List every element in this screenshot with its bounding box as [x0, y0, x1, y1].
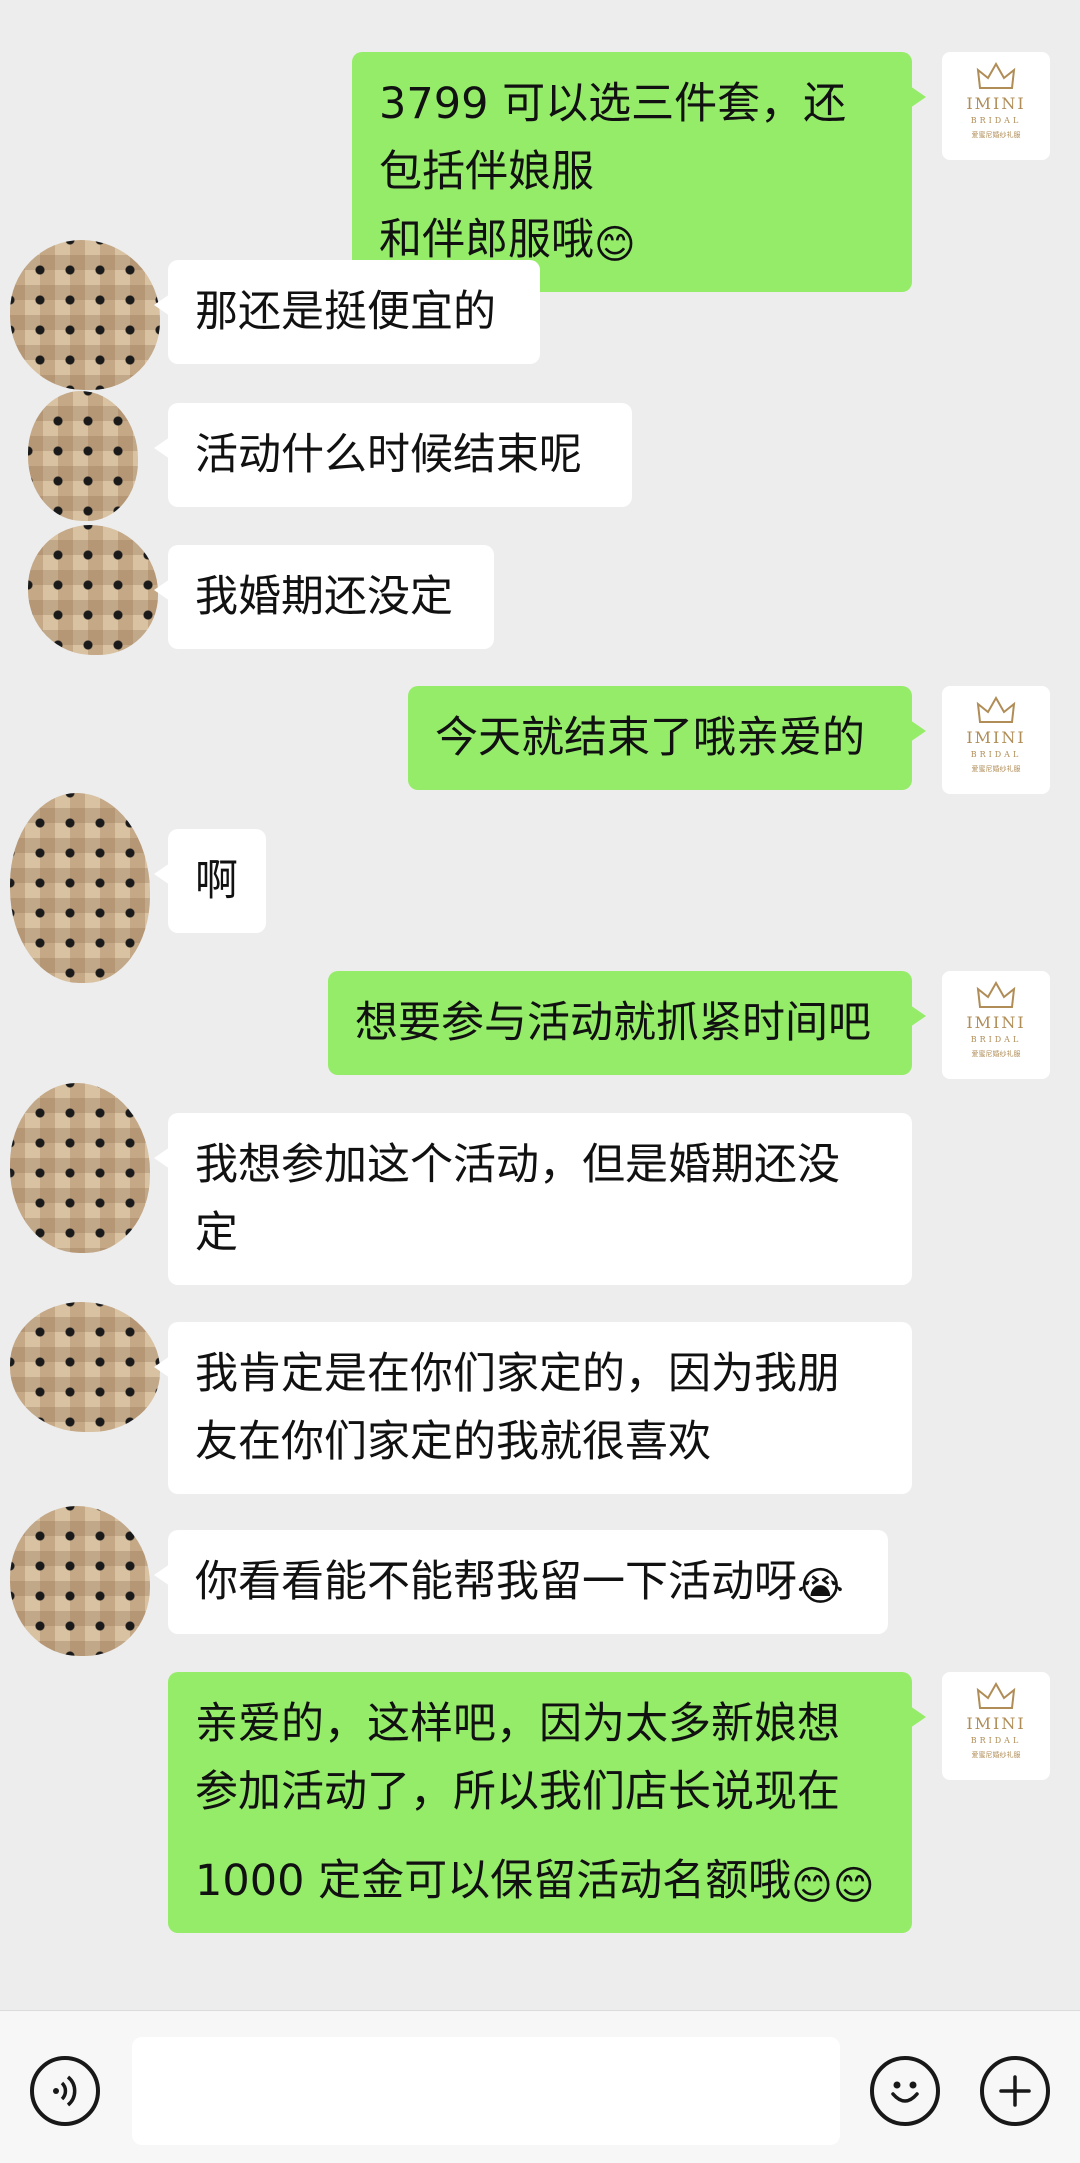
message-text: 我想参加这个活动，但是婚期还没 定 — [195, 1140, 840, 1258]
message-bubble[interactable]: 那还是挺便宜的 — [154, 260, 540, 364]
imini-logo: IMINI BRIDAL 爱蜜尼婚纱礼服 — [942, 686, 1050, 794]
customer-avatar[interactable] — [28, 525, 158, 655]
crown-icon — [976, 696, 1016, 723]
customer-avatar[interactable] — [10, 1506, 150, 1656]
crying-laughing-emoji-icon: 😭 — [797, 1564, 844, 1610]
smiley-icon — [891, 2081, 919, 2103]
message-text: 想要参与活动就抓紧时间吧 — [355, 998, 871, 1048]
message-text: 活动什么时候结束呢 — [195, 430, 582, 480]
message-bubble[interactable]: 我婚期还没定 — [154, 545, 494, 649]
plus-icon — [999, 2075, 1031, 2107]
input-bar — [0, 2010, 1080, 2163]
customer-avatar[interactable] — [10, 1083, 150, 1253]
imini-logo: IMINI BRIDAL 爱蜜尼婚纱礼服 — [942, 971, 1050, 1079]
customer-avatar[interactable] — [10, 793, 150, 983]
message-bubble[interactable]: 想要参与活动就抓紧时间吧 — [328, 971, 926, 1075]
smile-emoji-icon: 😊 — [594, 222, 636, 268]
message-text: 今天就结束了哦亲爱的 — [435, 713, 865, 763]
voice-icon — [53, 2075, 77, 2107]
message-bubble[interactable]: 3799 可以选三件套，还包括伴娘服 和伴郎服哦😊 — [352, 52, 926, 292]
smile-emoji-icon: 😊 — [791, 1863, 833, 1909]
message-bubble[interactable]: 你看看能不能帮我留一下活动呀😭 — [154, 1530, 888, 1634]
message-text: 啊 — [195, 856, 238, 906]
message-text: 那还是挺便宜的 — [195, 287, 496, 337]
more-button[interactable] — [980, 2056, 1050, 2126]
crown-icon — [976, 1682, 1016, 1709]
message-bubble[interactable]: 活动什么时候结束呢 — [154, 403, 632, 507]
message-bubble[interactable]: 啊 — [154, 829, 266, 933]
crown-icon — [976, 981, 1016, 1008]
customer-avatar[interactable] — [10, 240, 160, 390]
message-bubble[interactable]: 我想参加这个活动，但是婚期还没 定 — [154, 1113, 912, 1285]
imini-logo: IMINI BRIDAL 爱蜜尼婚纱礼服 — [942, 1672, 1050, 1780]
imini-logo: IMINI BRIDAL 爱蜜尼婚纱礼服 — [942, 52, 1050, 160]
crown-icon — [976, 62, 1016, 89]
merchant-avatar[interactable]: IMINI BRIDAL 爱蜜尼婚纱礼服 — [942, 971, 1050, 1079]
message-text: 我肯定是在你们家定的，因为我朋 友在你们家定的我就很喜欢 — [195, 1349, 840, 1467]
message-bubble[interactable]: 亲爱的，这样吧，因为太多新娘想 参加活动了，所以我们店长说现在 1000 定金可… — [168, 1672, 926, 1933]
customer-avatar[interactable] — [10, 1302, 160, 1432]
merchant-avatar[interactable]: IMINI BRIDAL 爱蜜尼婚纱礼服 — [942, 686, 1050, 794]
message-text: 亲爱的，这样吧，因为太多新娘想 参加活动了，所以我们店长说现在 1000 定金可… — [195, 1699, 840, 1906]
message-input[interactable] — [132, 2037, 840, 2145]
message-bubble[interactable]: 今天就结束了哦亲爱的 — [408, 686, 926, 790]
customer-avatar[interactable] — [28, 391, 138, 521]
merchant-avatar[interactable]: IMINI BRIDAL 爱蜜尼婚纱礼服 — [942, 52, 1050, 160]
message-bubble[interactable]: 我肯定是在你们家定的，因为我朋 友在你们家定的我就很喜欢 — [154, 1322, 912, 1494]
message-text: 我婚期还没定 — [195, 572, 453, 622]
emoji-button[interactable] — [870, 2056, 940, 2126]
smile-emoji-icon: 😊 — [832, 1863, 875, 1909]
voice-button[interactable] — [30, 2056, 100, 2126]
chat-area[interactable]: 3799 可以选三件套，还包括伴娘服 和伴郎服哦😊 IMINI BRIDAL 爱… — [0, 0, 1080, 2010]
message-text: 你看看能不能帮我留一下活动呀 — [195, 1557, 797, 1607]
merchant-avatar[interactable]: IMINI BRIDAL 爱蜜尼婚纱礼服 — [942, 1672, 1050, 1780]
